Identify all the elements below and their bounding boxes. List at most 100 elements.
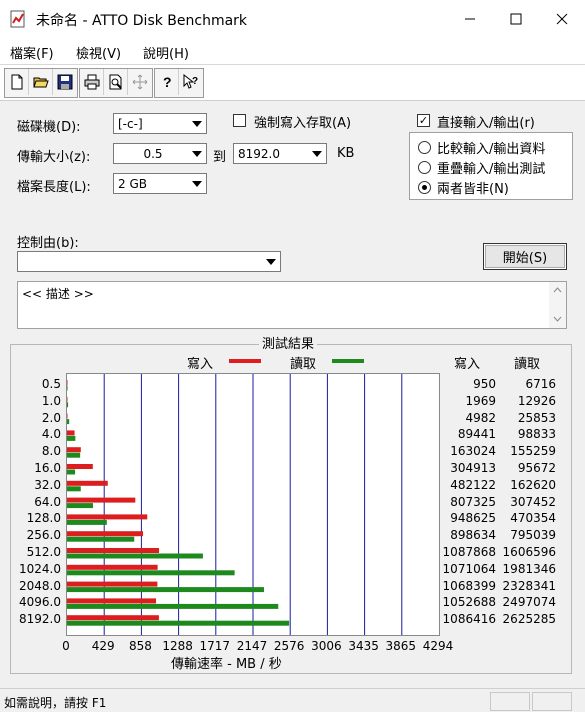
write-value: 1969 (465, 393, 496, 408)
read-bar (67, 587, 264, 593)
print-button[interactable] (80, 69, 104, 95)
x-tick-label: 2147 (236, 639, 268, 653)
transfer-from-select[interactable]: 0.5 (113, 143, 207, 164)
open-button[interactable] (29, 69, 53, 95)
status-text: 如需說明，請按 F1 (4, 696, 107, 710)
move-button[interactable] (128, 69, 152, 95)
write-value: 89441 (457, 427, 496, 442)
read-value: 6716 (525, 377, 556, 391)
help-button[interactable]: ? (155, 69, 179, 95)
scroll-down-icon[interactable] (553, 316, 562, 322)
y-tick-label: 8192.0 (19, 612, 61, 627)
file-length-label: 檔案長度(L): (17, 180, 91, 195)
scroll-up-icon[interactable] (553, 287, 562, 293)
description-field[interactable]: << 描述 >> (17, 281, 567, 329)
y-tick-label: 16.0 (34, 461, 61, 475)
menu-view[interactable]: 檢視(V) (76, 43, 121, 62)
write-value: 1087868 (442, 545, 496, 559)
x-tick-label: 3006 (311, 639, 342, 653)
chevron-down-icon (308, 144, 326, 163)
write-value: 1052688 (442, 595, 496, 610)
read-bar (67, 486, 81, 492)
unit-label: KB (337, 146, 355, 161)
file-length-select[interactable]: 2 GB (113, 173, 207, 194)
window-title: 未命名 - ATTO Disk Benchmark (36, 13, 248, 29)
chevron-down-icon (188, 114, 206, 133)
read-bar (67, 603, 279, 609)
read-bar (67, 536, 135, 542)
new-document-icon (11, 74, 22, 90)
y-tick-label: 128.0 (26, 511, 61, 526)
x-tick-label: 0 (62, 639, 70, 653)
svg-text:?: ? (163, 74, 172, 90)
move-icon (132, 74, 148, 90)
status-bar: 如需說明，請按 F1 (0, 688, 585, 712)
write-bar (67, 581, 158, 587)
radio-selected-dot (422, 185, 427, 190)
minimize-button[interactable] (447, 0, 493, 38)
neither-radio[interactable] (418, 181, 431, 194)
x-tick-label: 429 (91, 639, 115, 653)
write-value: 1086416 (442, 612, 496, 627)
control-label: 控制由(b): (17, 236, 79, 251)
toolbar-group-file (4, 68, 78, 98)
transfer-to-value: 8192.0 (238, 146, 280, 161)
context-help-button[interactable]: ? (179, 69, 203, 95)
write-bar (67, 497, 136, 503)
to-label: 到 (213, 150, 227, 165)
new-button[interactable] (5, 69, 29, 95)
drive-select[interactable]: [-c-] (113, 113, 207, 134)
control-select[interactable] (17, 251, 281, 272)
maximize-button[interactable] (493, 0, 539, 38)
app-icon (10, 10, 25, 28)
save-button[interactable] (53, 69, 77, 95)
write-bar (67, 413, 68, 419)
write-value: 482122 (450, 477, 496, 492)
y-tick-label: 2048.0 (19, 578, 61, 593)
menu-help[interactable]: 說明(H) (143, 43, 189, 62)
x-tick-label: 3435 (348, 639, 379, 653)
description-scrollbar[interactable] (549, 282, 566, 328)
overlap-io-radio[interactable] (418, 161, 431, 174)
status-pane-2 (532, 692, 572, 711)
col-read-header: 讀取 (514, 357, 541, 372)
compare-io-label: 比較輸入/輸出資料 (437, 142, 546, 157)
write-bar (67, 380, 68, 385)
read-bar (67, 469, 76, 475)
read-bar (67, 553, 203, 559)
read-bar (67, 570, 235, 576)
menu-bar: 檔案(F) 檢視(V) 說明(H) (0, 38, 585, 64)
read-value: 1981346 (502, 561, 556, 576)
read-value: 162620 (510, 477, 556, 492)
menu-file[interactable]: 檔案(F) (10, 43, 54, 62)
read-value: 470354 (510, 511, 556, 526)
force-write-checkbox[interactable] (233, 114, 246, 127)
read-value: 98833 (517, 427, 556, 442)
y-tick-label: 1.0 (41, 393, 61, 408)
close-button[interactable] (539, 0, 585, 38)
chevron-down-icon (262, 252, 280, 271)
x-tick-label: 1288 (162, 639, 193, 653)
drive-label: 磁碟機(D): (17, 120, 81, 135)
close-icon (556, 13, 568, 25)
legend-write-swatch (229, 359, 261, 363)
start-button[interactable]: 開始(S) (483, 243, 567, 270)
col-write-header: 寫入 (454, 357, 481, 372)
write-value: 950 (473, 377, 496, 391)
legend-write-label: 寫入 (187, 357, 214, 372)
read-value: 307452 (510, 494, 556, 509)
write-bar (67, 396, 68, 402)
y-tick-label: 32.0 (34, 477, 61, 492)
force-write-label: 強制寫入存取(A) (254, 116, 352, 131)
status-pane-1 (490, 692, 530, 711)
print-preview-button[interactable] (104, 69, 128, 95)
question-mark-icon: ? (163, 74, 172, 90)
y-tick-label: 2.0 (41, 410, 61, 425)
direct-io-checkbox[interactable]: ✓ (417, 114, 430, 127)
compare-io-radio[interactable] (418, 141, 431, 154)
read-value: 795039 (510, 528, 556, 543)
write-value: 1071064 (442, 561, 496, 576)
transfer-to-select[interactable]: 8192.0 (233, 143, 327, 164)
read-bar (67, 452, 81, 458)
read-bar (67, 503, 94, 509)
